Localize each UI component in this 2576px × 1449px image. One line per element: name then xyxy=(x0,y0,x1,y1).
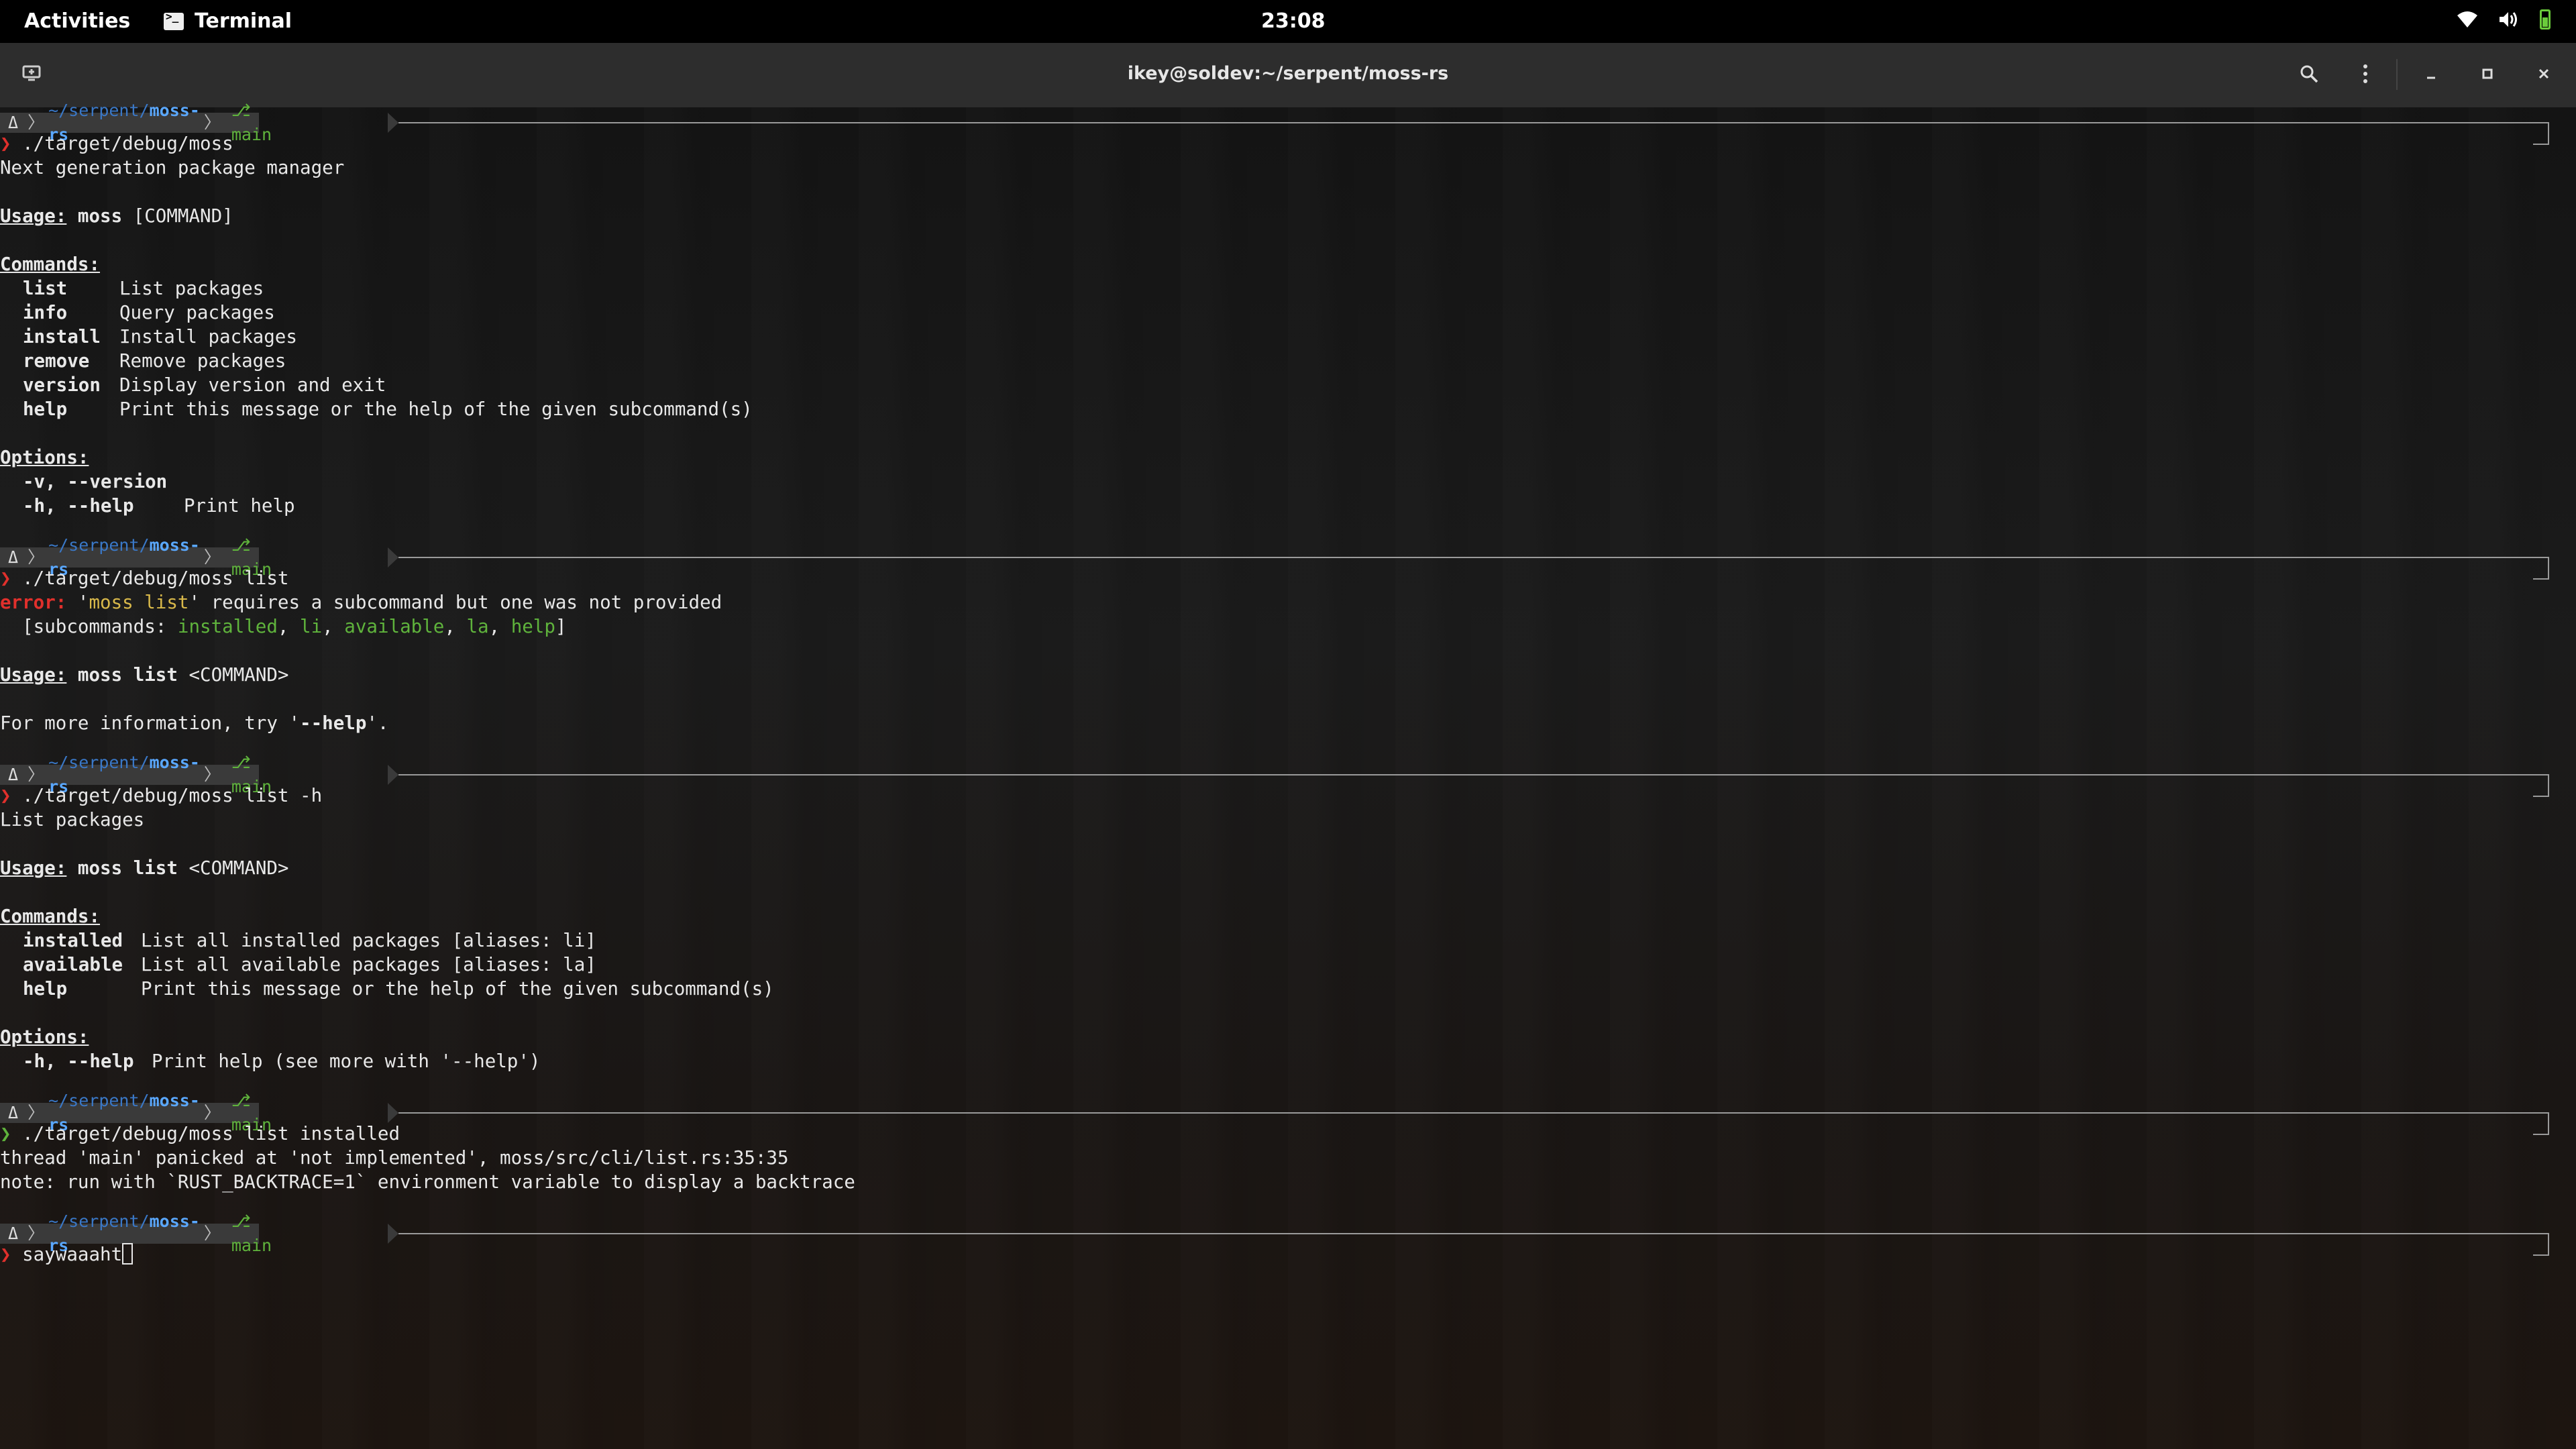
prompt-segment: Δ 〉 ~/serpent/moss-rs 〉 ⎇ main xyxy=(0,101,272,144)
option-row: -h, --help Print help xyxy=(23,495,295,517)
usage-line: Usage: moss list <COMMAND> xyxy=(0,664,289,686)
command-row: available List all available packages [al… xyxy=(23,954,596,975)
output-line: note: run with `RUST_BACKTRACE=1` enviro… xyxy=(0,1171,855,1193)
current-input-line[interactable]: ❯ saywaaaht xyxy=(0,1242,133,1267)
prompt-bar: Δ 〉 ~/serpent/moss-rs 〉 ⎇ main xyxy=(0,753,2549,797)
output-line: thread 'main' panicked at 'not implement… xyxy=(0,1147,789,1169)
section-heading: Commands: xyxy=(0,254,101,275)
clock[interactable]: 23:08 xyxy=(1261,9,1326,33)
command-line: ❯ ./target/debug/moss list -h xyxy=(0,785,323,806)
window-title: ikey@soldev:~/serpent/moss-rs xyxy=(1127,63,1449,84)
error-line: error: 'moss list' requires a subcommand… xyxy=(0,592,722,613)
command-text: ./target/debug/moss xyxy=(22,133,233,154)
headerbar-separator xyxy=(2396,59,2398,90)
search-icon[interactable] xyxy=(2297,62,2321,86)
command-row: help Print this message or the help of th… xyxy=(23,398,753,420)
prompt-bar: Δ 〉 ~/serpent/moss-rs 〉 ⎇ main xyxy=(0,1091,2549,1135)
prompt-bar: Δ 〉 ~/serpent/moss-rs 〉 ⎇ main xyxy=(0,101,2549,145)
wifi-icon[interactable] xyxy=(2457,10,2478,29)
close-icon[interactable] xyxy=(2532,62,2556,86)
volume-icon[interactable] xyxy=(2498,10,2520,29)
text-cursor xyxy=(122,1243,133,1265)
command-line: ❯ ./target/debug/moss list installed xyxy=(0,1123,400,1144)
section-heading: Options: xyxy=(0,447,89,468)
terminal-headerbar: ikey@soldev:~/serpent/moss-rs xyxy=(0,43,2576,109)
command-row: list List packages xyxy=(23,278,264,299)
prompt-bar: Δ 〉 ~/serpent/moss-rs 〉 ⎇ main xyxy=(0,535,2549,580)
activities-button[interactable]: Activities xyxy=(24,9,130,33)
subcommands-line: [subcommands: installed, li, available, … xyxy=(0,616,567,637)
usage-line: Usage: moss list <COMMAND> xyxy=(0,857,289,879)
menu-icon[interactable] xyxy=(2353,62,2377,86)
prompt-bar: Δ 〉 ~/serpent/moss-rs 〉 ⎇ main xyxy=(0,1212,2549,1256)
git-branch-icon: ⎇ xyxy=(231,101,251,120)
app-name: Terminal xyxy=(195,9,292,33)
output-line: Next generation package manager xyxy=(0,157,345,178)
top-bar: Activities Terminal 23:08 xyxy=(0,0,2576,43)
maximize-icon[interactable] xyxy=(2475,62,2500,86)
output-line: List packages xyxy=(0,809,145,830)
app-menu[interactable]: Terminal xyxy=(164,9,292,33)
terminal-app-icon xyxy=(164,10,184,30)
command-row: version Display version and exit xyxy=(23,374,386,396)
minimize-icon[interactable] xyxy=(2419,62,2443,86)
command-line: ❯ ./target/debug/moss list xyxy=(0,568,289,589)
section-heading: Options: xyxy=(0,1026,89,1048)
output-line: For more information, try '--help'. xyxy=(0,712,389,734)
typed-command[interactable]: saywaaaht xyxy=(22,1244,122,1265)
command-line: ❯ ./target/debug/moss xyxy=(0,133,233,154)
command-row: info Query packages xyxy=(23,302,275,323)
section-heading: Commands: xyxy=(0,906,101,927)
battery-icon[interactable] xyxy=(2540,9,2551,30)
command-row: install Install packages xyxy=(23,326,297,347)
command-row: installed List all installed packages [al… xyxy=(23,930,596,951)
option-row: -v, --version xyxy=(23,471,168,492)
usage-line: Usage: moss [COMMAND] xyxy=(0,205,233,227)
system-tray[interactable] xyxy=(2457,9,2551,30)
terminal-output[interactable]: Δ 〉 ~/serpent/moss-rs 〉 ⎇ main ❯ ./target/de… xyxy=(0,101,2576,1449)
command-row: help Print this message or the help of th… xyxy=(23,978,774,1000)
command-row: remove Remove packages xyxy=(23,350,286,372)
option-row: -h, --help Print help (see more with '--h… xyxy=(23,1051,541,1072)
